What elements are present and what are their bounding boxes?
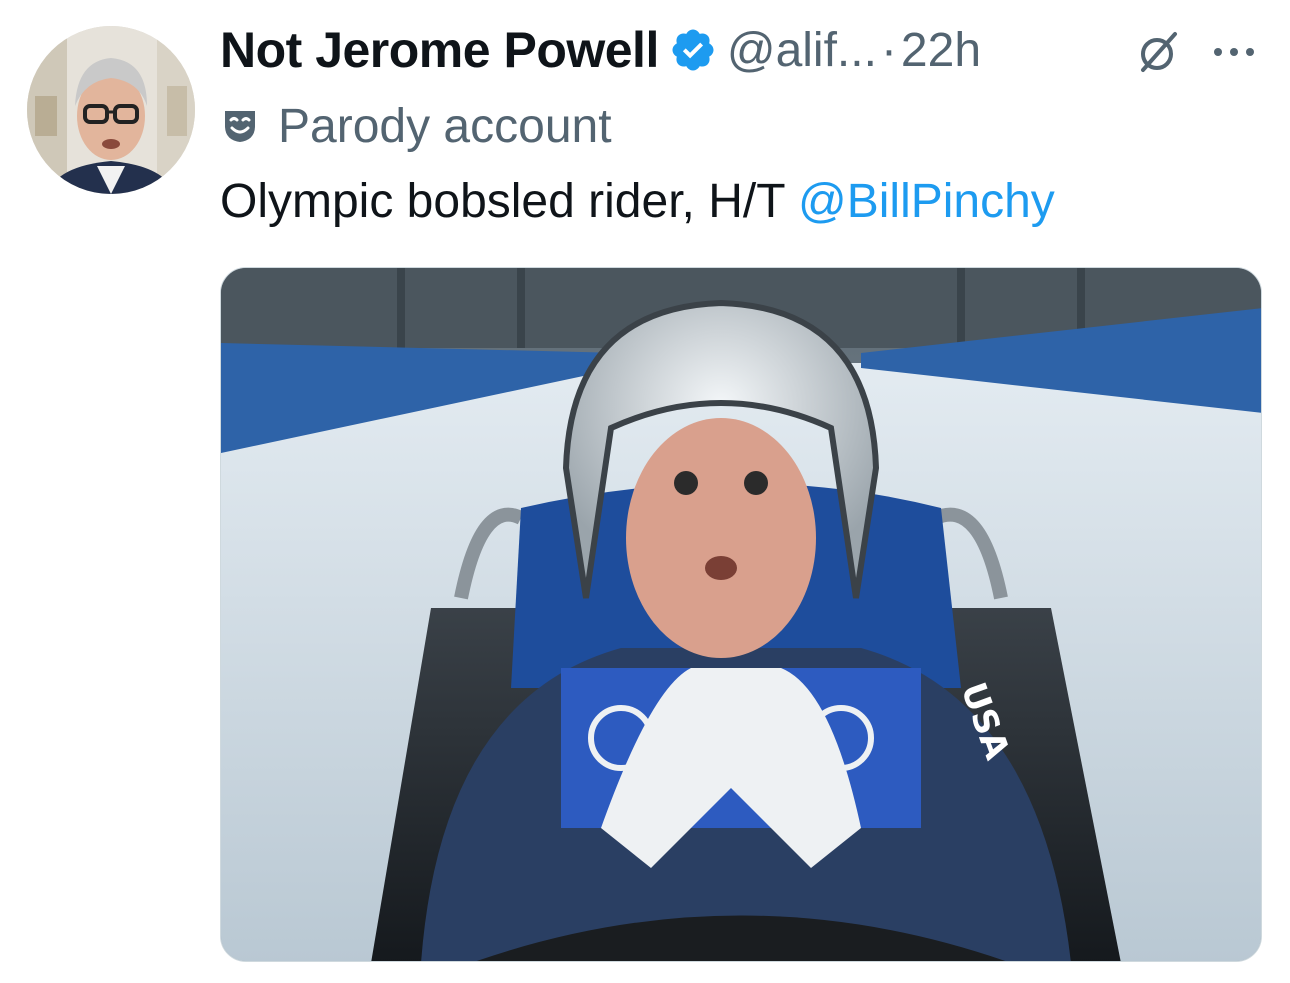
- tweet-header: Not Jerome Powell @alif... · 22h: [220, 18, 981, 82]
- separator-dot: ·: [880, 23, 897, 77]
- user-handle[interactable]: @alif...: [727, 23, 877, 78]
- tweet-card[interactable]: Not Jerome Powell @alif... · 22h Parody …: [0, 0, 1290, 983]
- tweet-text: Olympic bobsled rider, H/T @BillPinchy: [220, 170, 1055, 234]
- timestamp[interactable]: 22h: [901, 23, 981, 78]
- tweet-media-image[interactable]: USA: [220, 267, 1262, 962]
- theater-mask-icon: [222, 108, 258, 144]
- tweet-body: Olympic bobsled rider, H/T: [220, 175, 798, 228]
- more-options-icon[interactable]: [1208, 32, 1260, 72]
- avatar[interactable]: [27, 26, 195, 194]
- verified-badge-icon[interactable]: [669, 26, 717, 74]
- parody-text: Parody account: [278, 99, 612, 153]
- grok-icon[interactable]: [1137, 30, 1181, 74]
- parody-label: Parody account: [222, 96, 612, 156]
- mention-link[interactable]: @BillPinchy: [798, 175, 1055, 228]
- display-name[interactable]: Not Jerome Powell: [220, 21, 659, 79]
